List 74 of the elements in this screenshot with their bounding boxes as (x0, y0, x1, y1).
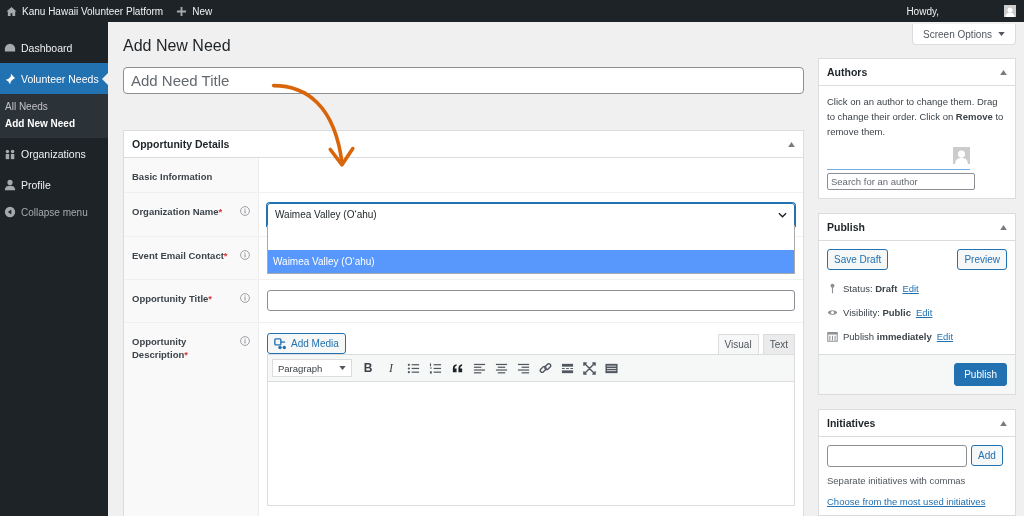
collapse-arrow-icon[interactable] (788, 141, 795, 147)
house-icon[interactable] (6, 5, 17, 17)
read-more-icon[interactable] (561, 361, 574, 375)
align-right-icon[interactable] (517, 361, 530, 375)
panel-title: Opportunity Details (132, 138, 231, 150)
media-icon (274, 337, 286, 350)
gauge-icon (4, 41, 16, 54)
align-center-icon[interactable] (495, 361, 508, 375)
align-left-icon[interactable] (473, 361, 486, 375)
avatar-icon (953, 147, 970, 164)
italic-button[interactable]: I (384, 360, 398, 376)
author-search-field[interactable]: Search for an author (827, 173, 975, 190)
plus-icon[interactable] (176, 5, 188, 17)
schedule-text: Publish immediately (843, 330, 932, 342)
format-dropdown[interactable]: Paragraph (272, 359, 352, 377)
publish-button[interactable]: Publish (954, 363, 1007, 386)
preview-button[interactable]: Preview (957, 249, 1007, 270)
caret-icon (998, 32, 1005, 36)
most-used-link[interactable]: Choose from the most used initiatives (827, 496, 1007, 507)
edit-link[interactable]: Edit (915, 306, 933, 318)
add-media-button[interactable]: Add Media (267, 333, 346, 354)
pin-icon (4, 72, 16, 85)
bold-button[interactable]: B (361, 361, 375, 375)
status-text: Status: Draft (843, 282, 898, 294)
page-title: Add New Need (123, 37, 232, 55)
menu-item[interactable]: Dashboard (0, 32, 108, 63)
organization-select[interactable]: Waimea Valley (O‘ahu) (267, 203, 795, 226)
visibility-text: Visibility: Public (843, 306, 911, 318)
field-label: Opportunity Description* (132, 335, 189, 361)
menu-item[interactable]: Organizations (0, 138, 108, 169)
editor-tab[interactable]: Text (762, 334, 795, 354)
field-label: Basic Information (132, 170, 214, 183)
blockquote-icon[interactable] (451, 361, 464, 375)
panel-title: Publish (827, 221, 866, 233)
collapse-arrow-icon[interactable] (1000, 420, 1007, 426)
greeting-text[interactable]: Howdy, (906, 5, 939, 17)
field-label: Opportunity Title* (132, 292, 214, 305)
chevron-down-icon (778, 211, 787, 218)
new-link[interactable]: New (192, 5, 213, 17)
editor-tab[interactable]: Visual (717, 334, 759, 354)
edit-link[interactable]: Edit (902, 282, 919, 294)
link-icon[interactable] (539, 361, 552, 375)
collapse-icon (4, 206, 16, 218)
text-field[interactable] (267, 290, 795, 311)
help-text: Click on an author to change them. Drag to change their order. Click on Remove to remove them. (827, 95, 1005, 139)
fullscreen-icon[interactable] (583, 361, 596, 375)
current-pointer (102, 73, 108, 85)
menu-item[interactable]: Profile (0, 169, 108, 200)
bulleted-list-icon[interactable] (407, 361, 420, 375)
collapse-arrow-icon[interactable] (1000, 69, 1007, 75)
add-button[interactable]: Add (971, 445, 1003, 466)
editor-area[interactable]: Paragraph B I (267, 354, 795, 506)
submenu-item[interactable]: Add New Need (0, 115, 108, 132)
panel-title: Initiatives (827, 417, 877, 429)
caret-icon (339, 366, 346, 370)
initiative-field[interactable] (827, 445, 967, 467)
field-label: Organization Name* (132, 205, 224, 218)
collapse-arrow-icon[interactable] (1000, 224, 1007, 230)
field-label: Event Email Contact* (132, 249, 229, 262)
edit-link[interactable]: Edit (936, 330, 954, 342)
people-icon (4, 147, 16, 160)
keyboard-icon[interactable] (605, 361, 618, 375)
screen-options-button[interactable]: Screen Options (912, 24, 1016, 45)
hint-text: Separate initiatives with commas (827, 475, 967, 486)
site-name-link[interactable]: Kanu Hawaii Volunteer Platform (22, 5, 164, 17)
menu-item[interactable]: Collapse menu (0, 200, 108, 224)
numbered-list-icon[interactable] (429, 361, 442, 375)
save-draft-button[interactable]: Save Draft (827, 249, 889, 270)
calendar-icon (827, 330, 838, 342)
panel-title: Authors (827, 66, 869, 78)
submenu-item[interactable]: All Needs (0, 98, 108, 115)
person-icon (4, 178, 16, 191)
menu-item[interactable]: Volunteer Needs (0, 63, 108, 94)
title-field[interactable]: Add Need Title (123, 67, 804, 94)
